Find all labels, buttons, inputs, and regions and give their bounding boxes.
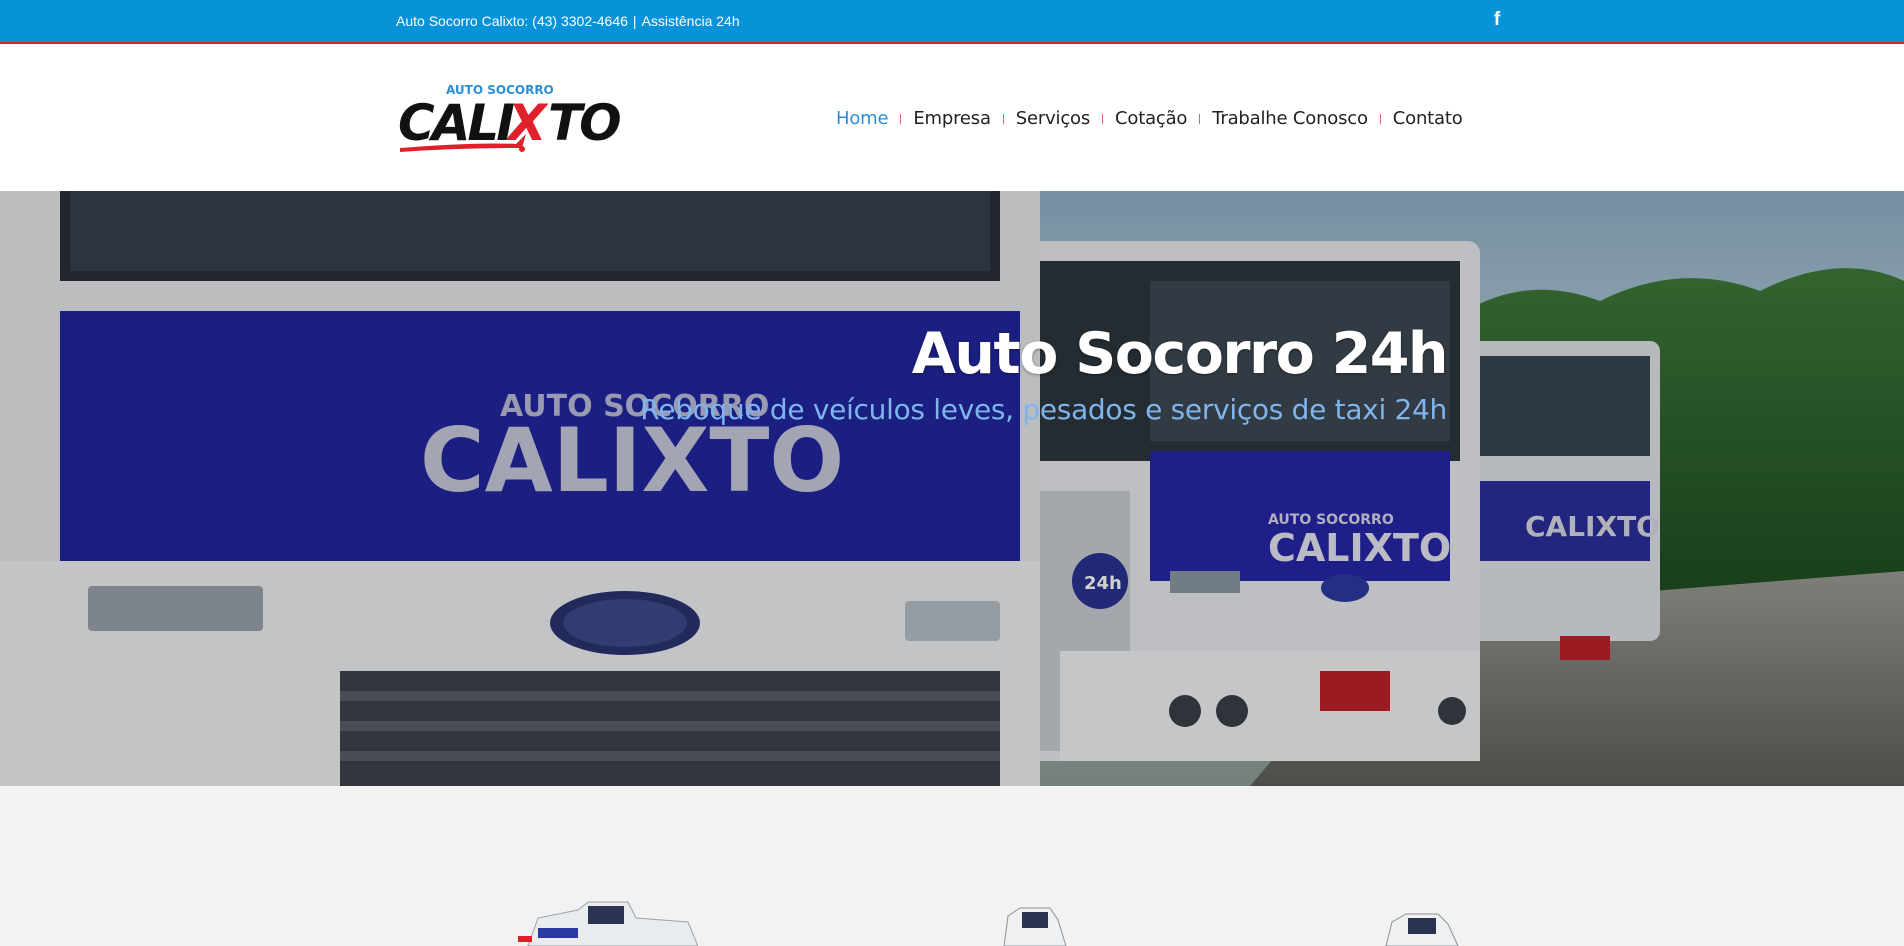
hero-overlay [0,191,1904,786]
nav-trabalhe-conosco[interactable]: Trabalhe Conosco [1212,108,1368,129]
nav-divider [1379,114,1381,124]
nav-divider [1102,114,1104,124]
nav-servicos[interactable]: Serviços [1016,108,1090,129]
nav-divider [1199,114,1201,124]
hero-title: Auto Socorro 24h [911,321,1449,387]
contact-phone-text: Auto Socorro Calixto: (43) 3302-4646 [396,13,628,29]
light-tow-truck-icon[interactable] [1382,910,1462,946]
assistance-text: Assistência 24h [641,13,740,29]
contact-separator: | [632,13,637,29]
nav-home[interactable]: Home [836,108,889,129]
logo-name-right: TO [548,94,620,152]
logo-name-mid: X [505,94,549,152]
main-nav: Home Empresa Serviços Cotação Trabalhe C… [836,106,1463,130]
site-header: AUTO SOCORRO CALI X TO Home Empresa Serv… [0,44,1904,191]
hero-banner: CALIXTO AUTO SOCORRO CALIXTO 24h AUTO SO… [0,191,1904,786]
site-logo[interactable]: AUTO SOCORRO CALI X TO [398,82,648,158]
nav-contato[interactable]: Contato [1393,108,1463,129]
services-section [0,786,1904,946]
hero-subtitle: Reboque de veículos leves, pesados e ser… [640,393,1447,426]
nav-divider [900,114,902,124]
contact-info: Auto Socorro Calixto: (43) 3302-4646 | Ass… [396,13,740,29]
facebook-icon[interactable]: f [1488,9,1506,31]
top-info-bar: Auto Socorro Calixto: (43) 3302-4646 | Ass… [0,0,1904,44]
logo-name-left: CALI [398,94,514,152]
flatbed-truck-icon[interactable] [1000,906,1070,946]
nav-cotacao[interactable]: Cotação [1115,108,1187,129]
nav-divider [1002,114,1004,124]
nav-empresa[interactable]: Empresa [913,108,991,129]
tow-truck-icon[interactable] [518,898,698,946]
calixto-logo-icon: AUTO SOCORRO CALI X TO [398,83,623,152]
